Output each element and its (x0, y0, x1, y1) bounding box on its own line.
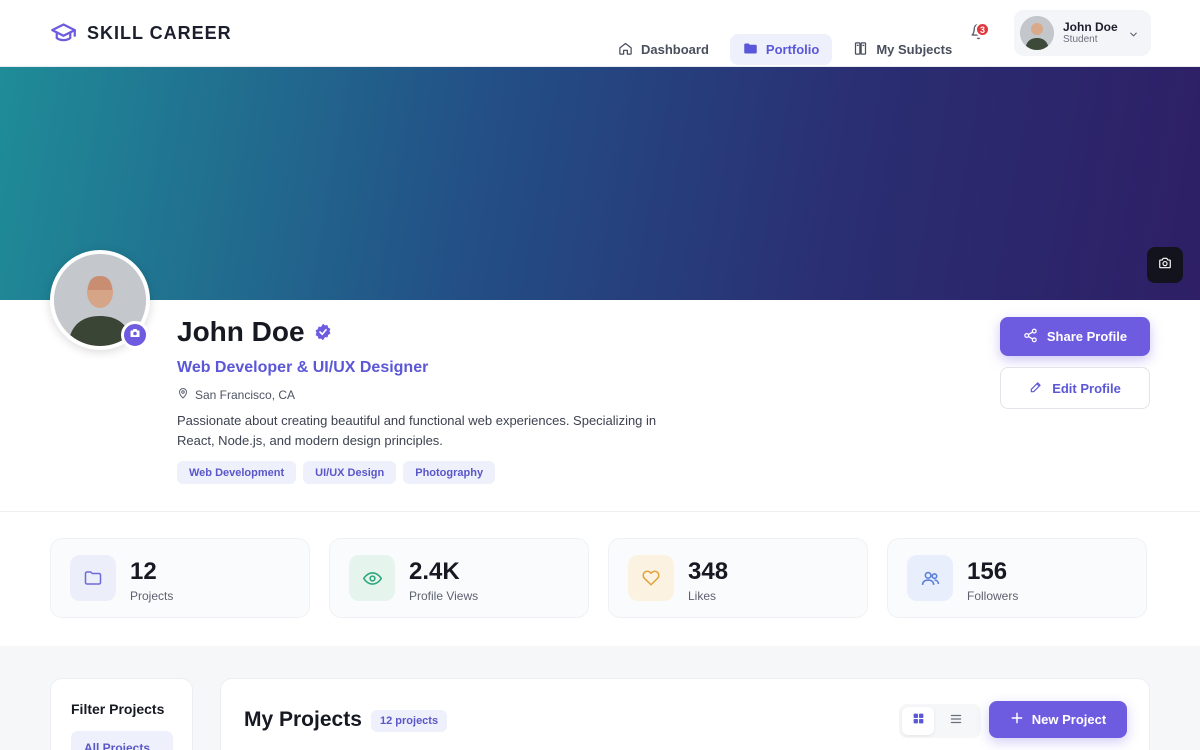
nav-item-portfolio[interactable]: Portfolio (729, 34, 833, 65)
heart-icon (628, 555, 674, 601)
cover-banner (0, 67, 1200, 300)
list-icon (949, 712, 963, 731)
profile-title: Web Developer & UI/UX Designer (177, 359, 429, 376)
stat-card-followers: 156 Followers (887, 538, 1147, 618)
avatar (1020, 16, 1054, 50)
camera-icon (129, 326, 141, 344)
plus-icon (1010, 711, 1024, 728)
nav-item-label: Dashboard (641, 42, 709, 57)
skill-tag[interactable]: Web Development (177, 461, 297, 484)
profile-name-row: John Doe (177, 316, 332, 348)
section-divider (0, 511, 1200, 512)
skill-tag[interactable]: UI/UX Design (303, 461, 397, 484)
nav-item-label: My Subjects (876, 42, 953, 57)
filter-all-projects[interactable]: All Projects (71, 731, 173, 750)
stat-card-profile-views: 2.4K Profile Views (329, 538, 589, 618)
edit-profile-label: Edit Profile (1052, 380, 1121, 396)
stat-value: 156 (967, 558, 1008, 585)
skill-tag[interactable]: Photography (403, 461, 496, 484)
book-icon (853, 41, 868, 59)
skill-tags: Web Development UI/UX Design Photography (177, 461, 496, 484)
graduation-cap-icon (50, 20, 77, 47)
grid-icon (912, 712, 925, 730)
user-name: John Doe (1063, 19, 1118, 34)
brand-name: SKILL CAREER (87, 23, 232, 43)
stat-label: Followers (967, 589, 1019, 603)
map-pin-icon (177, 387, 189, 402)
users-icon (907, 555, 953, 601)
stat-card-projects: 12 Projects (50, 538, 310, 618)
share-profile-label: Share Profile (1046, 329, 1128, 344)
location-text: San Francisco, CA (195, 387, 296, 402)
profile-name: John Doe (177, 316, 305, 347)
home-icon (618, 41, 633, 59)
projects-panel: My Projects 12 projects New Project (220, 678, 1150, 750)
change-avatar-button[interactable] (121, 321, 149, 349)
share-icon (1023, 328, 1038, 346)
edit-profile-button[interactable]: Edit Profile (1000, 367, 1150, 409)
stat-value: 12 (130, 558, 157, 585)
user-menu[interactable]: John Doe Student (1014, 10, 1151, 56)
projects-title: My Projects (244, 708, 362, 731)
filter-panel: Filter Projects All Projects (50, 678, 193, 750)
user-meta: John Doe Student (1063, 20, 1118, 46)
profile-bio: Passionate about creating beautiful and … (177, 413, 657, 448)
projects-count-badge: 12 projects (371, 710, 448, 732)
stat-value: 2.4K (409, 558, 460, 585)
profile-location: San Francisco, CA (177, 387, 295, 402)
stat-label: Projects (130, 589, 174, 603)
verified-badge-icon (314, 316, 332, 348)
brand-logo[interactable]: SKILL CAREER (50, 20, 232, 47)
stat-value: 348 (688, 558, 729, 585)
folder-icon (743, 41, 758, 59)
stat-label: Profile Views (409, 589, 479, 603)
change-cover-button[interactable] (1147, 247, 1183, 283)
nav-item-dashboard[interactable]: Dashboard (605, 34, 722, 65)
user-role: Student (1063, 34, 1098, 46)
camera-icon (1158, 256, 1172, 275)
view-toggle (899, 704, 981, 738)
main-nav: Dashboard Portfolio My Subjects (605, 34, 965, 65)
filter-title: Filter Projects (71, 701, 165, 717)
share-profile-button[interactable]: Share Profile (1000, 317, 1150, 356)
eye-icon (349, 555, 395, 601)
list-view-button[interactable] (940, 707, 972, 735)
top-navbar: SKILL CAREER Dashboard Portfolio My Subj… (0, 0, 1200, 67)
chevron-down-icon (1128, 27, 1139, 38)
pencil-icon (1029, 380, 1043, 397)
grid-view-button[interactable] (902, 707, 934, 735)
folder-icon (70, 555, 116, 601)
new-project-button[interactable]: New Project (989, 701, 1127, 738)
notification-count-badge: 3 (975, 22, 990, 37)
stat-card-likes: 348 Likes (608, 538, 868, 618)
stat-label: Likes (688, 589, 717, 603)
nav-item-my-subjects[interactable]: My Subjects (840, 34, 965, 65)
nav-item-label: Portfolio (765, 42, 820, 57)
app-root: SKILL CAREER Dashboard Portfolio My Subj… (0, 0, 1200, 750)
new-project-label: New Project (1031, 712, 1107, 727)
